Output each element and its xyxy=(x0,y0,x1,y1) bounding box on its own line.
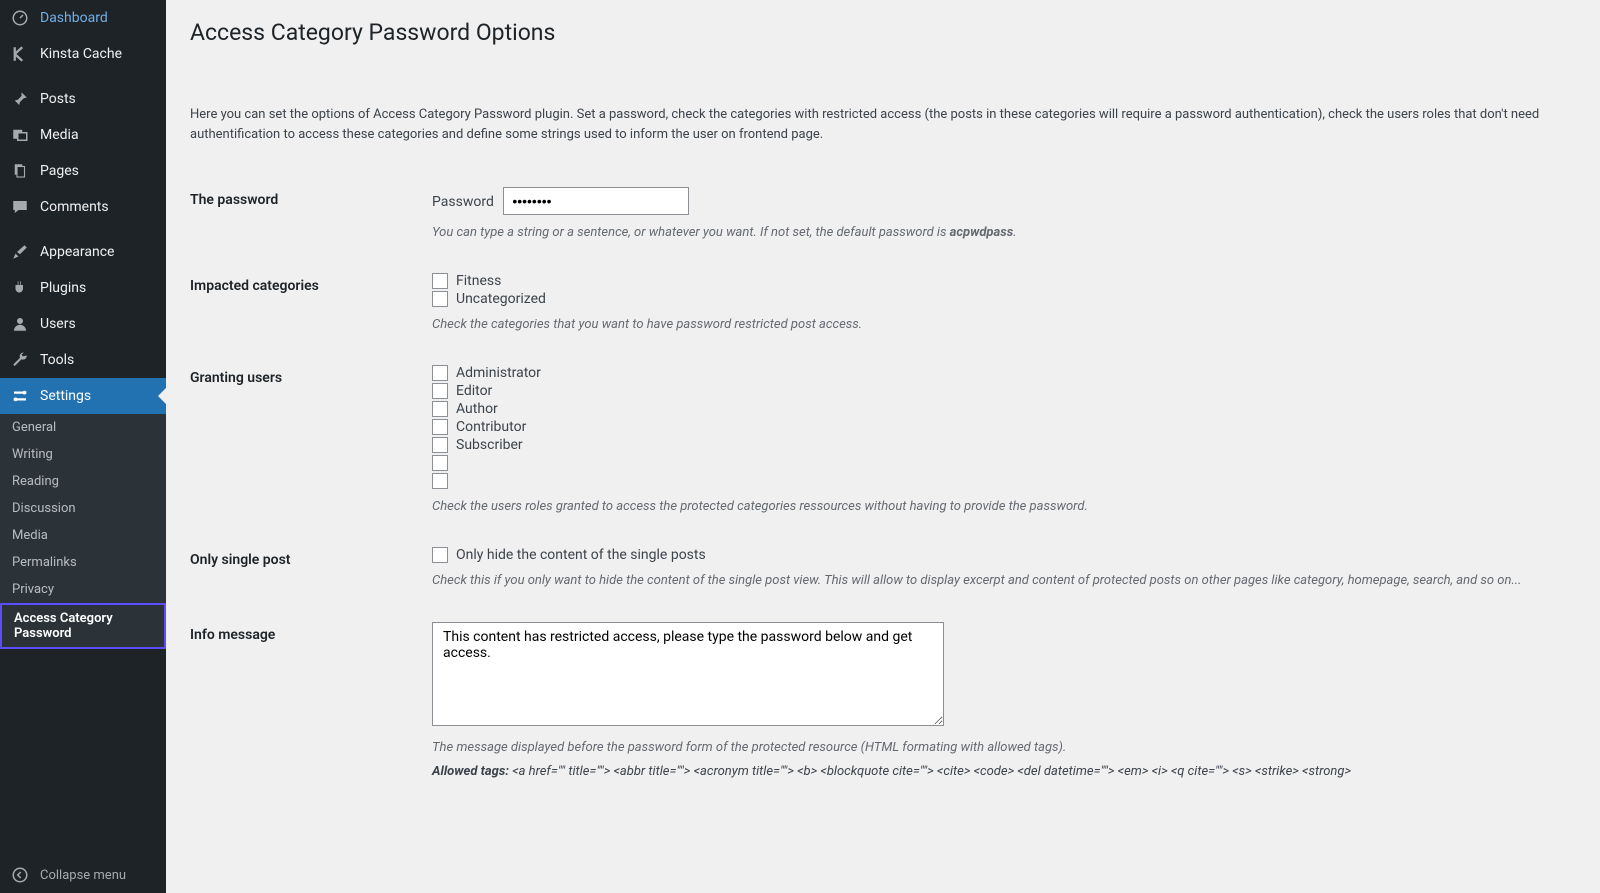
submenu-discussion[interactable]: Discussion xyxy=(0,495,166,522)
admin-sidebar: Dashboard Kinsta Cache Posts Media Pages… xyxy=(0,0,166,893)
sidebar-item-label: Comments xyxy=(40,199,109,215)
single-post-label: Only hide the content of the single post… xyxy=(456,547,706,563)
content-area: Access Category Password Options Here yo… xyxy=(166,0,1600,797)
sidebar-item-appearance[interactable]: Appearance xyxy=(0,234,166,270)
category-label: Fitness xyxy=(456,273,501,289)
role-label: Contributor xyxy=(456,419,526,435)
submenu-access-category-password[interactable]: Access Category Password xyxy=(0,603,166,649)
brush-icon xyxy=(10,242,30,262)
password-input[interactable] xyxy=(503,187,689,215)
settings-submenu: General Writing Reading Discussion Media… xyxy=(0,414,166,649)
allowed-tags-line: Allowed tags: <a href="" title=""> <abbr… xyxy=(432,762,1566,782)
sidebar-item-kinsta[interactable]: Kinsta Cache xyxy=(0,36,166,72)
media-icon xyxy=(10,125,30,145)
row-heading-password: The password xyxy=(190,172,422,258)
role-checkbox-administrator[interactable] xyxy=(432,365,448,381)
dashboard-icon xyxy=(10,8,30,28)
sidebar-item-dashboard[interactable]: Dashboard xyxy=(0,0,166,36)
info-hint: The message displayed before the passwor… xyxy=(432,738,1566,758)
role-checkbox-subscriber[interactable] xyxy=(432,437,448,453)
sidebar-item-posts[interactable]: Posts xyxy=(0,81,166,117)
intro-text: Here you can set the options of Access C… xyxy=(190,105,1576,144)
user-icon xyxy=(10,314,30,334)
row-heading-info: Info message xyxy=(190,607,422,797)
submenu-general[interactable]: General xyxy=(0,414,166,441)
page-title: Access Category Password Options xyxy=(190,10,1576,50)
sidebar-item-media[interactable]: Media xyxy=(0,117,166,153)
role-checkbox-editor[interactable] xyxy=(432,383,448,399)
kinsta-icon xyxy=(10,44,30,64)
users-hint: Check the users roles granted to access … xyxy=(432,497,1566,517)
pin-icon xyxy=(10,89,30,109)
role-label: Editor xyxy=(456,383,492,399)
category-checkbox-fitness[interactable] xyxy=(432,273,448,289)
collapse-label: Collapse menu xyxy=(40,868,126,883)
row-heading-users: Granting users xyxy=(190,350,422,532)
role-checkbox-author[interactable] xyxy=(432,401,448,417)
password-hint: You can type a string or a sentence, or … xyxy=(432,223,1566,243)
sidebar-item-tools[interactable]: Tools xyxy=(0,342,166,378)
sidebar-item-label: Plugins xyxy=(40,280,86,296)
sidebar-item-label: Media xyxy=(40,127,79,143)
category-checkbox-uncategorized[interactable] xyxy=(432,291,448,307)
sidebar-item-comments[interactable]: Comments xyxy=(0,189,166,225)
sidebar-item-settings[interactable]: Settings xyxy=(0,378,166,414)
role-checkbox-empty-2[interactable] xyxy=(432,473,448,489)
submenu-writing[interactable]: Writing xyxy=(0,441,166,468)
sidebar-item-label: Users xyxy=(40,316,76,332)
row-heading-categories: Impacted categories xyxy=(190,258,422,350)
role-checkbox-contributor[interactable] xyxy=(432,419,448,435)
comment-icon xyxy=(10,197,30,217)
role-label: Author xyxy=(456,401,498,417)
sidebar-item-plugins[interactable]: Plugins xyxy=(0,270,166,306)
sidebar-item-label: Dashboard xyxy=(40,10,108,26)
settings-icon xyxy=(10,386,30,406)
sidebar-item-label: Appearance xyxy=(40,244,114,260)
role-checkbox-empty-1[interactable] xyxy=(432,455,448,471)
submenu-permalinks[interactable]: Permalinks xyxy=(0,549,166,576)
sidebar-item-label: Kinsta Cache xyxy=(40,46,122,62)
category-label: Uncategorized xyxy=(456,291,546,307)
single-hint: Check this if you only want to hide the … xyxy=(432,571,1566,591)
categories-hint: Check the categories that you want to ha… xyxy=(432,315,1566,335)
row-heading-single: Only single post xyxy=(190,532,422,606)
role-label: Subscriber xyxy=(456,437,523,453)
submenu-privacy[interactable]: Privacy xyxy=(0,576,166,603)
sidebar-item-pages[interactable]: Pages xyxy=(0,153,166,189)
sidebar-item-label: Tools xyxy=(40,352,74,368)
single-post-checkbox[interactable] xyxy=(432,547,448,563)
info-message-textarea[interactable] xyxy=(432,622,944,726)
password-label: Password xyxy=(432,194,494,210)
settings-form: The password Password You can type a str… xyxy=(190,172,1576,797)
sidebar-item-label: Pages xyxy=(40,163,79,179)
plug-icon xyxy=(10,278,30,298)
sidebar-item-users[interactable]: Users xyxy=(0,306,166,342)
collapse-icon xyxy=(10,865,30,885)
submenu-media[interactable]: Media xyxy=(0,522,166,549)
submenu-reading[interactable]: Reading xyxy=(0,468,166,495)
role-label: Administrator xyxy=(456,365,541,381)
sidebar-item-label: Posts xyxy=(40,91,76,107)
page-icon xyxy=(10,161,30,181)
wrench-icon xyxy=(10,350,30,370)
collapse-menu[interactable]: Collapse menu xyxy=(0,857,166,893)
sidebar-item-label: Settings xyxy=(40,388,91,404)
